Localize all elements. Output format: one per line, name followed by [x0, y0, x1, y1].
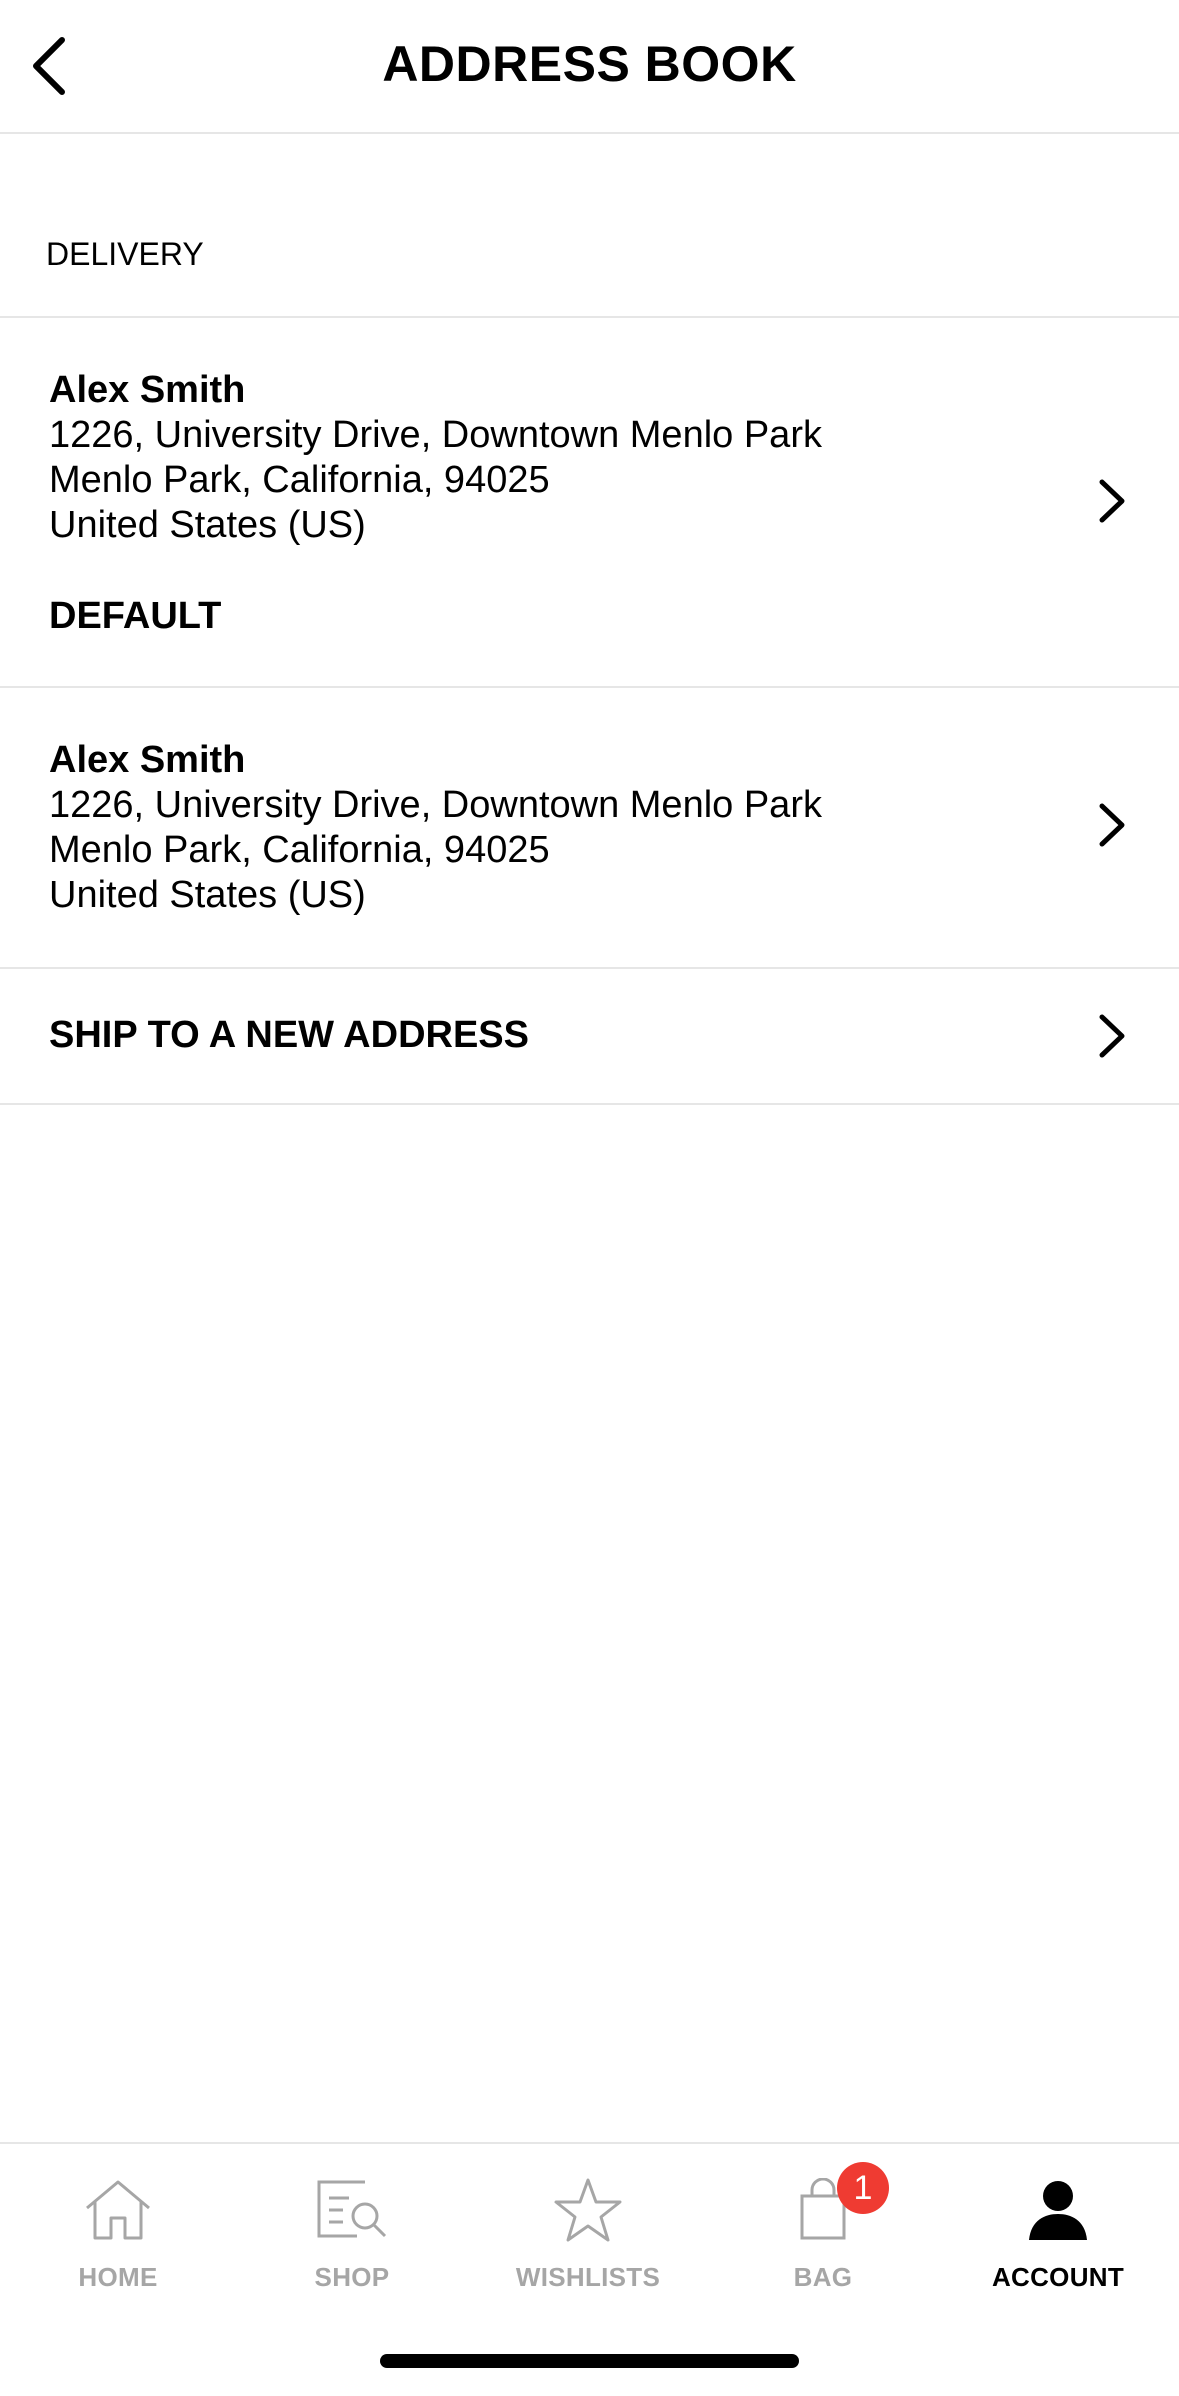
tab-bag[interactable]: 1 BAG [723, 2162, 923, 2310]
address-line-3: United States (US) [49, 504, 366, 546]
tab-account[interactable]: ACCOUNT [958, 2170, 1158, 2310]
new-address-label: SHIP TO A NEW ADDRESS [49, 1014, 529, 1056]
divider [0, 686, 1179, 688]
default-badge: DEFAULT [49, 595, 222, 637]
tab-shop[interactable]: SHOP [252, 2170, 452, 2310]
header-bar: ADDRESS BOOK [0, 0, 1179, 134]
ship-to-new-address-button[interactable]: SHIP TO A NEW ADDRESS [0, 969, 1179, 1103]
tab-wishlists-label: WISHLISTS [515, 2262, 661, 2292]
person-icon [1018, 2170, 1098, 2250]
address-name: Alex Smith [49, 369, 246, 411]
divider [0, 1103, 1179, 1105]
address-line-2: Menlo Park, California, 94025 [49, 829, 550, 871]
bag-count-badge: 1 [837, 2162, 889, 2214]
address-name: Alex Smith [49, 739, 246, 781]
shop-search-icon [312, 2170, 392, 2250]
address-card[interactable]: Alex Smith 1226, University Drive, Downt… [0, 738, 1179, 968]
home-icon [78, 2170, 158, 2250]
delivery-section-label: DELIVERY [46, 236, 204, 272]
tab-home[interactable]: HOME [18, 2170, 218, 2310]
tab-home-label: HOME [78, 2262, 158, 2292]
tab-shop-label: SHOP [314, 2262, 390, 2292]
divider [0, 316, 1179, 318]
address-line-1: 1226, University Drive, Downtown Menlo P… [49, 414, 822, 456]
chevron-right-icon [1099, 1014, 1125, 1058]
chevron-right-icon [1099, 479, 1125, 523]
address-card-default[interactable]: Alex Smith 1226, University Drive, Downt… [0, 368, 1179, 686]
tab-account-label: ACCOUNT [991, 2262, 1125, 2292]
address-line-1: 1226, University Drive, Downtown Menlo P… [49, 784, 822, 826]
page-title: ADDRESS BOOK [382, 36, 797, 92]
tab-bag-label: BAG [793, 2262, 853, 2292]
address-details: Alex Smith 1226, University Drive, Downt… [49, 738, 822, 918]
chevron-right-icon [1099, 803, 1125, 847]
bag-icon: 1 [783, 2162, 889, 2250]
address-details: Alex Smith 1226, University Drive, Downt… [49, 368, 822, 548]
star-icon [548, 2170, 628, 2250]
address-line-3: United States (US) [49, 874, 366, 916]
tab-wishlists[interactable]: WISHLISTS [488, 2170, 688, 2310]
home-indicator[interactable] [380, 2354, 799, 2368]
address-line-2: Menlo Park, California, 94025 [49, 459, 550, 501]
